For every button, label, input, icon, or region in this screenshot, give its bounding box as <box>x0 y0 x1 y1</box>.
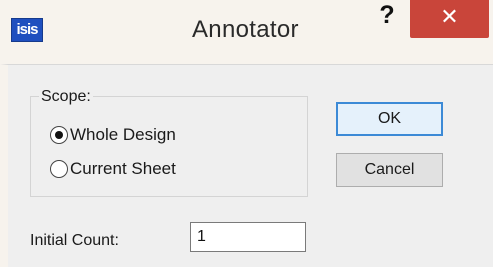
current-sheet-radio-indicator[interactable] <box>50 160 68 178</box>
close-button[interactable]: ✕ <box>410 0 489 38</box>
help-button[interactable]: ? <box>372 0 402 32</box>
whole-design-radio-indicator[interactable] <box>50 126 68 144</box>
radio-whole-design[interactable]: Whole Design <box>50 124 176 146</box>
radio-current-sheet[interactable]: Current Sheet <box>50 158 176 180</box>
ok-button[interactable]: OK <box>336 102 443 136</box>
scope-groupbox <box>30 96 308 197</box>
whole-design-label[interactable]: Whole Design <box>70 125 176 145</box>
annotator-dialog: isis Annotator ? ✕ Scope: Whole Design C… <box>0 0 493 267</box>
initial-count-label: Initial Count: <box>30 232 119 249</box>
dialog-title: Annotator <box>192 16 299 43</box>
title-bar[interactable]: isis Annotator ? ✕ <box>0 0 493 64</box>
cancel-button[interactable]: Cancel <box>336 153 443 187</box>
initial-count-input[interactable] <box>190 222 306 252</box>
isis-app-icon: isis <box>11 18 43 42</box>
current-sheet-label[interactable]: Current Sheet <box>70 159 176 179</box>
scope-legend: Scope: <box>39 88 93 106</box>
